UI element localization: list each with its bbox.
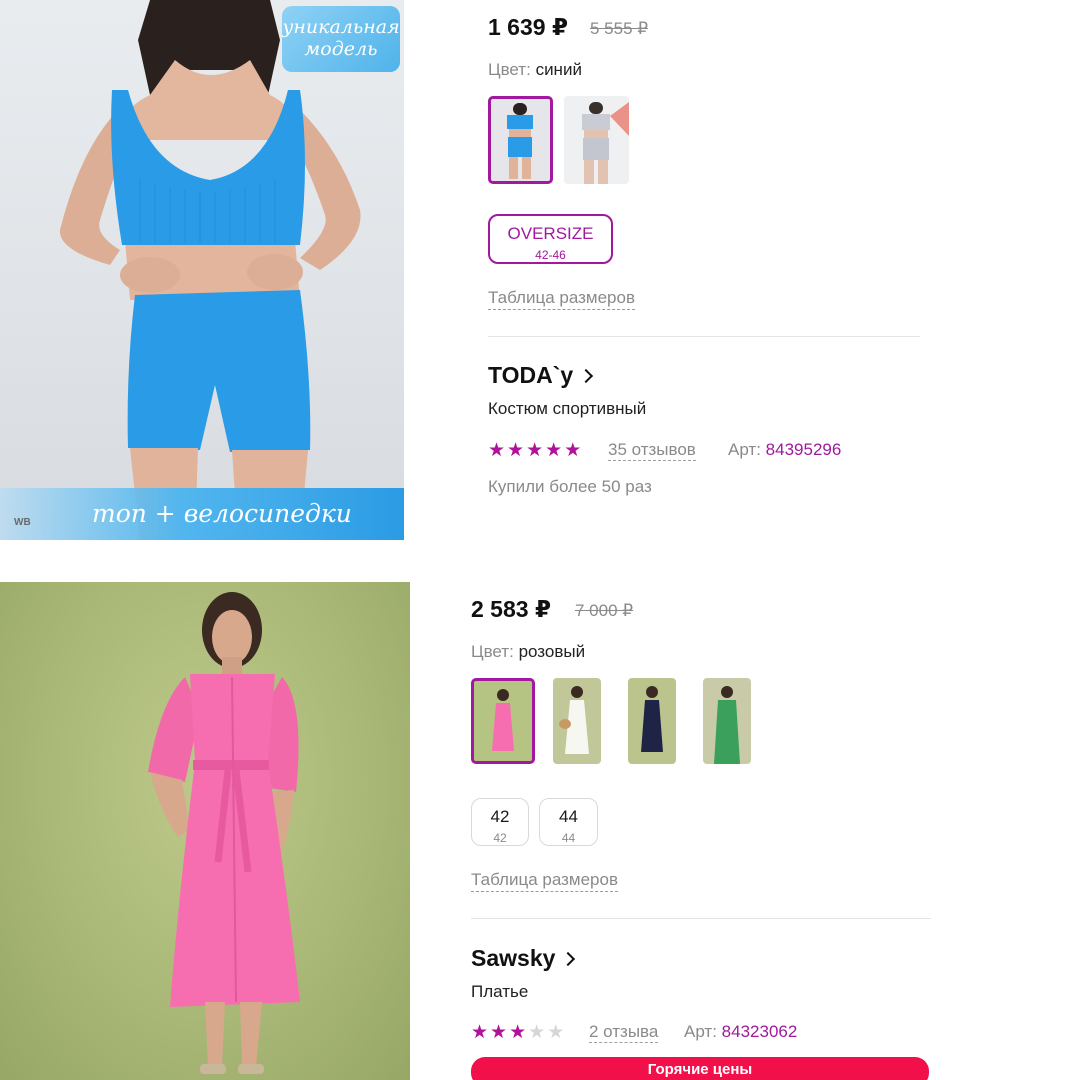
thumb-pink-dress-illustration xyxy=(492,689,514,751)
product-name: Костюм спортивный xyxy=(488,399,647,418)
brand-link[interactable]: TODA`y xyxy=(488,362,594,389)
color-thumb-grey[interactable] xyxy=(564,96,629,184)
article-number: Арт: 84323062 xyxy=(684,1022,797,1042)
thumb-grey-suit-illustration xyxy=(582,102,629,184)
divider xyxy=(471,918,931,919)
thumb-blue-suit-illustration xyxy=(507,103,533,179)
color-variants xyxy=(471,678,931,766)
thumb-white-dress-illustration xyxy=(559,686,589,754)
star-icon: ★ xyxy=(509,1022,529,1043)
color-thumb-green[interactable] xyxy=(703,678,751,764)
star-icon: ★ xyxy=(528,1022,548,1043)
star-icon: ★ xyxy=(564,440,584,461)
color-thumb-navy[interactable] xyxy=(628,678,676,764)
size-sublabel: 42-46 xyxy=(535,248,566,262)
photo-caption-banner: топ + велосипедки xyxy=(0,488,404,540)
color-thumb-white[interactable] xyxy=(553,678,601,764)
color-value: розовый xyxy=(518,642,586,661)
star-icon: ★ xyxy=(545,440,565,461)
price-row: 1 639 ₽ 5 555 ₽ xyxy=(488,0,920,60)
chevron-right-icon xyxy=(579,368,594,383)
product-info-1: 1 639 ₽ 5 555 ₽ Цвет: синий OVERSIZE 42-… xyxy=(488,0,920,497)
star-icon: ★ xyxy=(526,440,546,461)
size-label: 42 xyxy=(490,807,510,826)
color-label: Цвет: xyxy=(471,642,514,661)
wb-watermark: WB xyxy=(14,517,31,528)
unique-model-badge: уникальная модель xyxy=(282,6,400,72)
size-selector: 42 42 44 44 xyxy=(471,798,931,856)
reviews-link[interactable]: 35 отзывов xyxy=(608,440,696,461)
model-blue-suit-illustration xyxy=(59,0,361,540)
old-price: 5 555 ₽ xyxy=(590,19,649,38)
rating-row: ★★★★★ 35 отзывов Арт: 84395296 xyxy=(488,439,920,465)
star-icon: ★ xyxy=(471,1022,491,1043)
size-label: 44 xyxy=(559,807,578,826)
thumb-navy-dress-illustration xyxy=(641,686,663,752)
size-chip-42[interactable]: 42 42 xyxy=(471,798,529,846)
color-label: Цвет: xyxy=(488,60,531,79)
thumb-green-dress-illustration xyxy=(714,686,740,764)
current-price: 1 639 ₽ xyxy=(488,14,568,40)
size-sublabel: 44 xyxy=(561,831,576,845)
size-chip-44[interactable]: 44 44 xyxy=(539,798,598,846)
product-name: Платье xyxy=(471,982,529,1001)
article-value: 84323062 xyxy=(721,1022,798,1041)
star-icon: ★ xyxy=(507,440,527,461)
star-icon: ★ xyxy=(488,440,508,461)
size-label: OVERSIZE xyxy=(507,224,594,243)
model-pink-dress-illustration xyxy=(148,592,300,1074)
product-photo-sport-suit[interactable]: уникальная модель топ + велосипедки WB xyxy=(0,0,404,540)
badge-line-2: модель xyxy=(304,38,378,60)
reviews-link[interactable]: 2 отзыва xyxy=(589,1022,659,1043)
current-price: 2 583 ₽ xyxy=(471,596,551,622)
brand-link[interactable]: Sawsky xyxy=(471,945,576,972)
hot-prices-badge: Горячие цены xyxy=(471,1057,929,1080)
star-icon: ★ xyxy=(547,1022,567,1043)
size-sublabel: 42 xyxy=(493,831,507,845)
size-chip-oversize[interactable]: OVERSIZE 42-46 xyxy=(488,214,613,264)
color-row: Цвет: розовый xyxy=(471,642,931,664)
article-number: Арт: 84395296 xyxy=(728,440,841,460)
size-selector: OVERSIZE 42-46 xyxy=(488,214,920,272)
product-photo-dress[interactable] xyxy=(0,582,410,1080)
color-thumb-blue[interactable] xyxy=(488,96,553,184)
product-info-2: 2 583 ₽ 7 000 ₽ Цвет: розовый 42 42 44 4… xyxy=(471,582,931,1047)
article-label: Арт: xyxy=(728,440,761,459)
purchase-count: Купили более 50 раз xyxy=(488,477,652,496)
price-row: 2 583 ₽ 7 000 ₽ xyxy=(471,582,931,642)
color-variants xyxy=(488,96,920,186)
article-label: Арт: xyxy=(684,1022,717,1041)
brand-name: TODA`y xyxy=(488,362,574,388)
color-thumb-pink[interactable] xyxy=(471,678,535,764)
divider xyxy=(488,336,920,337)
rating-row: ★★★★★ 2 отзыва Арт: 84323062 xyxy=(471,1021,931,1047)
color-value: синий xyxy=(535,60,582,79)
article-value: 84395296 xyxy=(765,440,842,459)
rating-stars: ★★★★★ xyxy=(488,439,583,462)
star-icon: ★ xyxy=(490,1022,510,1043)
badge-line-1: уникальная xyxy=(282,16,400,38)
rating-stars: ★★★★★ xyxy=(471,1021,566,1044)
brand-name: Sawsky xyxy=(471,945,556,971)
size-table-link[interactable]: Таблица размеров xyxy=(488,288,635,310)
old-price: 7 000 ₽ xyxy=(575,601,634,620)
size-table-link[interactable]: Таблица размеров xyxy=(471,870,618,892)
chevron-right-icon xyxy=(561,951,576,966)
color-row: Цвет: синий xyxy=(488,60,920,82)
